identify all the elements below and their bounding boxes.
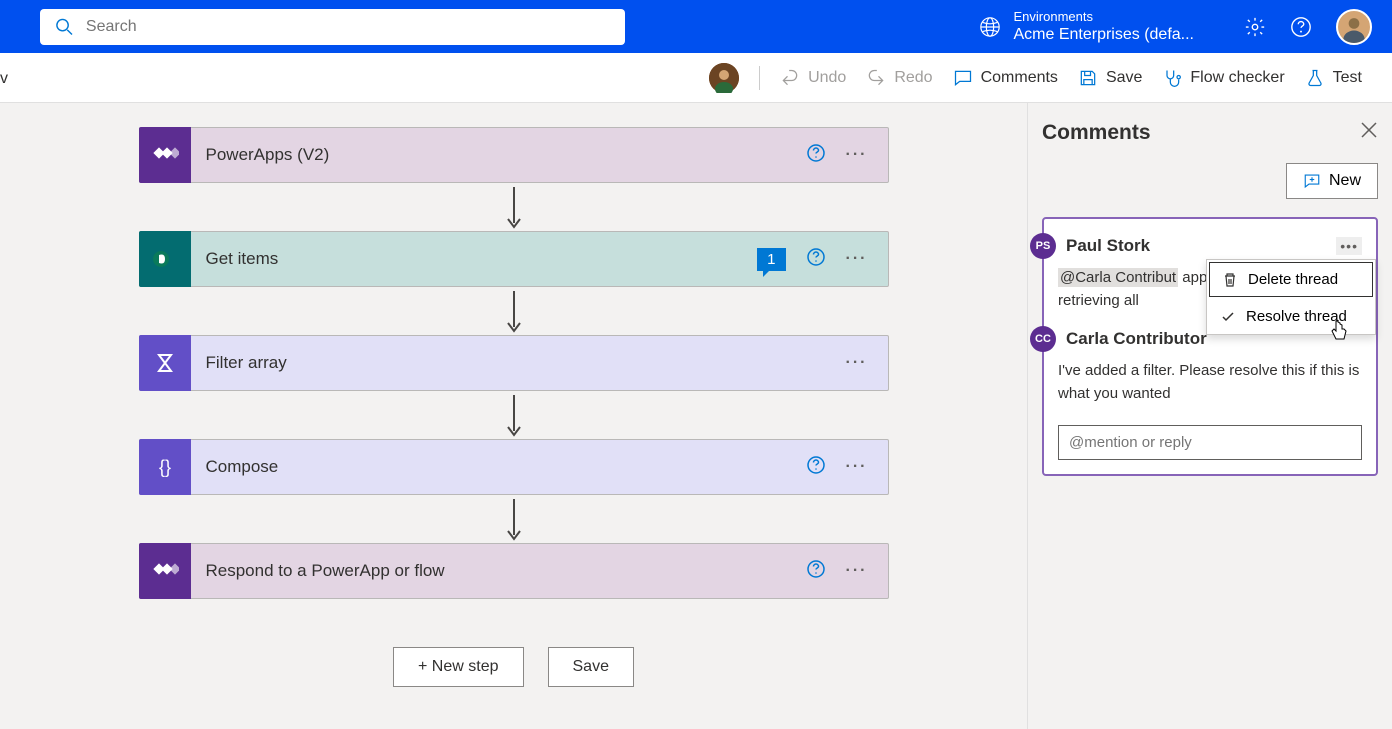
connector-arrow[interactable]: [504, 391, 524, 439]
comment-icon: [953, 68, 973, 88]
thread-context-menu: Delete thread Resolve thread: [1206, 259, 1376, 335]
divider: [759, 66, 760, 90]
step-title: PowerApps (V2): [190, 145, 806, 165]
resolve-thread-button[interactable]: Resolve thread: [1207, 299, 1375, 334]
save-button[interactable]: Save: [1078, 68, 1142, 88]
test-button[interactable]: Test: [1305, 68, 1362, 88]
comment-count-badge[interactable]: 1: [757, 248, 785, 271]
commenter-avatar: PS: [1030, 233, 1056, 259]
flow-step[interactable]: Respond to a PowerApp or flow ···: [139, 543, 889, 599]
commenter-name: Carla Contributor: [1066, 329, 1207, 349]
step-title: Get items: [190, 249, 758, 269]
close-panel-button[interactable]: [1360, 121, 1378, 145]
step-help-button[interactable]: [806, 247, 826, 272]
toolbar: Undo Redo Comments Save Flow checker Tes…: [0, 53, 1392, 103]
flow-step[interactable]: PowerApps (V2) ···: [139, 127, 889, 183]
search-icon: [55, 17, 74, 37]
reply-input[interactable]: [1058, 425, 1362, 460]
comment-thread: PS Paul Stork ••• @Carla Contribut appro…: [1042, 217, 1378, 476]
question-circle-icon: [806, 559, 826, 579]
environment-label: Environments: [1013, 9, 1194, 25]
connector-arrow[interactable]: [504, 183, 524, 231]
user-avatar[interactable]: [1336, 9, 1372, 45]
step-icon: [139, 127, 191, 183]
flask-icon: [1305, 68, 1325, 88]
partial-text: v: [0, 70, 8, 88]
step-icon: [139, 543, 191, 599]
comments-panel: Comments New PS Paul Stork ••• @Carla Co…: [1027, 103, 1392, 729]
redo-button[interactable]: Redo: [866, 68, 932, 88]
top-header: Environments Acme Enterprises (defa...: [0, 0, 1392, 53]
flow-step[interactable]: Filter array···: [139, 335, 889, 391]
commenter-avatar: CC: [1030, 326, 1056, 352]
panel-title: Comments: [1042, 121, 1151, 145]
gear-icon: [1244, 16, 1266, 38]
redo-icon: [866, 68, 886, 88]
step-more-button[interactable]: ···: [846, 562, 868, 580]
search-input[interactable]: [86, 18, 610, 36]
step-more-button[interactable]: ···: [846, 354, 868, 372]
stethoscope-icon: [1162, 68, 1182, 88]
svg-text:{}: {}: [158, 457, 170, 477]
connector-arrow[interactable]: [504, 495, 524, 543]
question-circle-icon: [806, 247, 826, 267]
flow-step[interactable]: {} Compose ···: [139, 439, 889, 495]
step-help-button[interactable]: [806, 143, 826, 168]
step-title: Filter array: [190, 353, 846, 373]
globe-icon: [979, 16, 1001, 38]
step-icon: [139, 231, 191, 287]
question-circle-icon: [806, 455, 826, 475]
environment-name: Acme Enterprises (defa...: [1013, 25, 1194, 44]
trash-icon: [1222, 272, 1238, 288]
comments-button[interactable]: Comments: [953, 68, 1058, 88]
connector-arrow[interactable]: [504, 287, 524, 335]
flow-step[interactable]: Get items1 ···: [139, 231, 889, 287]
step-title: Respond to a PowerApp or flow: [190, 561, 806, 581]
flow-checker-button[interactable]: Flow checker: [1162, 68, 1284, 88]
step-title: Compose: [190, 457, 806, 477]
new-step-button[interactable]: + New step: [393, 647, 523, 687]
undo-button[interactable]: Undo: [780, 68, 846, 88]
question-icon: [1290, 16, 1312, 38]
save-flow-button[interactable]: Save: [548, 647, 634, 687]
save-icon: [1078, 68, 1098, 88]
step-more-button[interactable]: ···: [846, 250, 868, 268]
search-box[interactable]: [40, 9, 625, 45]
check-icon: [1220, 309, 1236, 325]
environment-picker[interactable]: Environments Acme Enterprises (defa...: [979, 9, 1194, 44]
flow-canvas[interactable]: PowerApps (V2)···Get items1···Filter arr…: [0, 103, 1027, 729]
new-comment-button[interactable]: New: [1286, 163, 1378, 199]
commenter-name: Paul Stork: [1066, 236, 1150, 256]
comment-body: I've added a filter. Please resolve this…: [1058, 360, 1362, 405]
settings-button[interactable]: [1244, 16, 1266, 38]
mention: @Carla Contribut: [1058, 268, 1178, 287]
step-help-button[interactable]: [806, 455, 826, 480]
thread-menu-button[interactable]: •••: [1336, 237, 1362, 255]
close-icon: [1360, 121, 1378, 139]
step-help-button[interactable]: [806, 559, 826, 584]
step-icon: [139, 335, 191, 391]
cursor-icon: [1328, 319, 1350, 343]
undo-icon: [780, 68, 800, 88]
step-more-button[interactable]: ···: [846, 146, 868, 164]
delete-thread-button[interactable]: Delete thread: [1209, 262, 1373, 297]
collaborator-avatar[interactable]: [709, 63, 739, 93]
step-more-button[interactable]: ···: [846, 458, 868, 476]
question-circle-icon: [806, 143, 826, 163]
comment-plus-icon: [1303, 172, 1321, 190]
step-icon: {}: [139, 439, 191, 495]
help-button[interactable]: [1290, 16, 1312, 38]
